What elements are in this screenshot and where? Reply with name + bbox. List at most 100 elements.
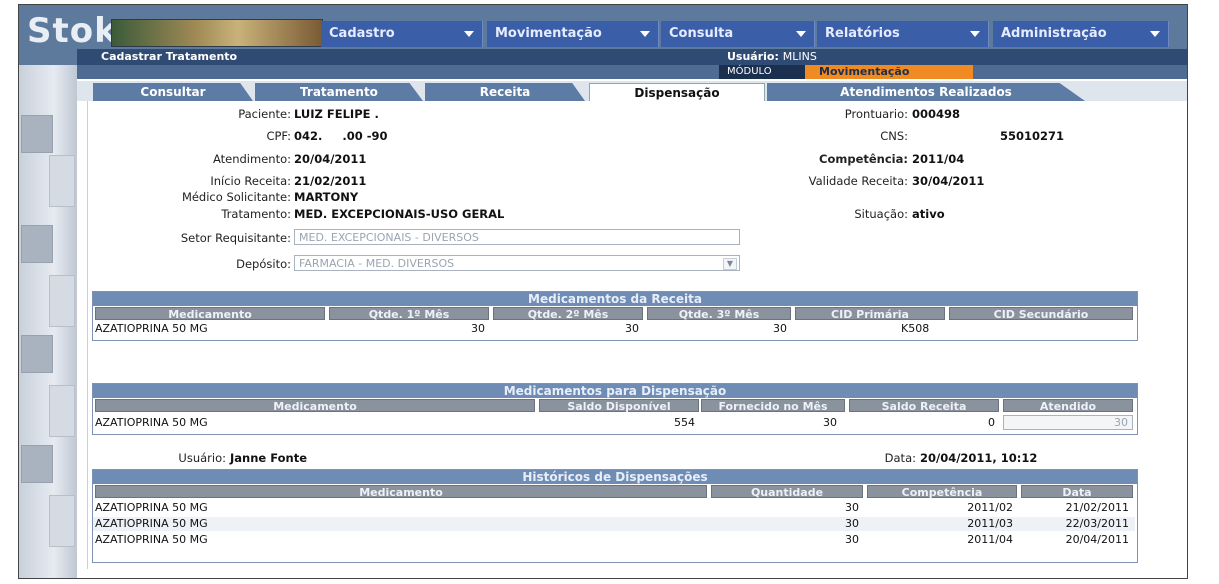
medico-value: MARTONY (294, 190, 359, 204)
col-saldo-receita: Saldo Receita (849, 399, 999, 413)
validade-label: Validade Receita: (808, 174, 908, 188)
dropdown-arrow-icon (1150, 31, 1160, 37)
historico-table: Históricos de Dispensações Medicamento Q… (92, 469, 1138, 563)
prontuario-label: Prontuario: (844, 107, 908, 121)
usuario-label: Usuário: (178, 451, 226, 465)
deposito-label: Depósito: (236, 257, 291, 271)
historico-table-title: Históricos de Dispensações (93, 470, 1137, 484)
situacao-label: Situação: (854, 207, 908, 221)
validade-value: 30/04/2011 (912, 174, 985, 188)
table-row-data: 21/02/2011 (1065, 501, 1129, 514)
usuario-value: Janne Fonte (230, 451, 307, 465)
paciente-value: LUIZ FELIPE . (294, 107, 379, 121)
competencia-label: Competência: (819, 152, 908, 166)
table-row-competencia: 2011/04 (967, 533, 1013, 546)
table-row-data: 20/04/2011 (1065, 533, 1129, 546)
atendido-input[interactable]: 30 (1003, 415, 1133, 430)
app-logo: Stok (27, 11, 118, 51)
logged-user: Usuário: MLINS (727, 50, 817, 63)
dispensacao-panel: Paciente: LUIZ FELIPE . CPF: 042. .00 -9… (87, 101, 1180, 569)
receita-cid1: K508 (901, 322, 930, 335)
cpf-label: CPF: (266, 129, 291, 143)
module-bar (77, 65, 1187, 79)
dispensacao-saldo: 554 (674, 416, 695, 429)
data-label: Data: (884, 451, 916, 465)
table-row-medicamento: AZATIOPRINA 50 MG (95, 501, 208, 514)
tab-atendimentos[interactable]: Atendimentos Realizados (767, 83, 1085, 101)
dropdown-arrow-icon (970, 31, 980, 37)
table-row-medicamento: AZATIOPRINA 50 MG (95, 533, 208, 546)
receita-table: Medicamentos da Receita Medicamento Qtde… (92, 291, 1138, 341)
col-cid1: CID Primária (795, 307, 945, 321)
dropdown-arrow-icon (464, 31, 474, 37)
tab-bar: Consultar Tratamento Receita Dispensação… (77, 81, 1187, 102)
dropdown-arrow-icon (640, 31, 650, 37)
deposito-select[interactable]: FARMACIA - MED. DIVERSOS ▼ (294, 255, 740, 271)
tratamento-value: MED. EXCEPCIONAIS-USO GERAL (294, 207, 505, 221)
table-row-competencia: 2011/02 (967, 501, 1013, 514)
menu-movimentacao[interactable]: Movimentação (487, 21, 659, 47)
dispensacao-table-title: Medicamentos para Dispensação (93, 384, 1137, 398)
competencia-value: 2011/04 (912, 152, 965, 166)
main-menu: Cadastro Movimentação Consulta Relatório… (321, 21, 1187, 49)
col-quantidade: Quantidade (711, 485, 863, 499)
cpf-value: 042. .00 -90 (294, 129, 388, 143)
module-label: MÓDULO (719, 65, 805, 79)
menu-consulta[interactable]: Consulta (661, 21, 815, 47)
table-row-medicamento: AZATIOPRINA 50 MG (95, 517, 208, 530)
menu-cadastro[interactable]: Cadastro (321, 21, 483, 47)
title-bar: Cadastrar Tratamento Usuário: MLINS (77, 49, 1187, 65)
tratamento-label: Tratamento: (221, 207, 291, 221)
col-qtde1: Qtde. 1º Mês (329, 307, 489, 321)
receita-medicamento: AZATIOPRINA 50 MG (95, 322, 208, 335)
tab-consultar[interactable]: Consultar (93, 83, 253, 101)
table-row-quantidade: 30 (845, 533, 859, 546)
col-qtde3: Qtde. 3º Mês (647, 307, 791, 321)
col-medicamento: Medicamento (95, 399, 535, 413)
col-medicamento: Medicamento (95, 307, 325, 321)
app-window: Stok Cadastro Movimentação Consulta Rela… (18, 4, 1188, 579)
medico-label: Médico Solicitante: (181, 190, 291, 204)
tab-tratamento[interactable]: Tratamento (255, 83, 423, 101)
col-fornecido: Fornecido no Mês (701, 399, 845, 413)
paciente-label: Paciente: (238, 107, 291, 121)
col-atendido: Atendido (1003, 399, 1133, 413)
dispensacao-medicamento: AZATIOPRINA 50 MG (95, 416, 208, 429)
tab-dispensacao[interactable]: Dispensação (589, 83, 765, 102)
receita-table-title: Medicamentos da Receita (93, 292, 1137, 306)
dispensacao-saldo-receita: 0 (988, 416, 995, 429)
receita-q3: 30 (773, 322, 787, 335)
col-medicamento: Medicamento (95, 485, 707, 499)
data-value: 20/04/2011, 10:12 (920, 451, 1038, 465)
atendimento-label: Atendimento: (212, 152, 291, 166)
tab-receita[interactable]: Receita (425, 83, 585, 101)
col-saldo: Saldo Disponível (539, 399, 699, 413)
dropdown-arrow-icon (796, 31, 806, 37)
col-cid2: CID Secundário (949, 307, 1133, 321)
cns-label: CNS: (880, 129, 908, 143)
dispensacao-fornecido: 30 (823, 416, 837, 429)
atendimento-value: 20/04/2011 (294, 152, 367, 166)
menu-relatorios[interactable]: Relatórios (817, 21, 989, 47)
receita-q2: 30 (625, 322, 639, 335)
table-row-quantidade: 30 (845, 501, 859, 514)
dispensacao-table: Medicamentos para Dispensação Medicament… (92, 383, 1138, 435)
col-qtde2: Qtde. 2º Mês (493, 307, 643, 321)
setor-label: Setor Requisitante: (180, 231, 291, 245)
table-row-data: 22/03/2011 (1065, 517, 1129, 530)
receita-q1: 30 (471, 322, 485, 335)
col-data: Data (1021, 485, 1133, 499)
col-competencia: Competência (867, 485, 1017, 499)
logo-banner-image (111, 19, 323, 47)
page-title: Cadastrar Tratamento (101, 50, 238, 63)
inicio-receita-label: Início Receita: (210, 174, 291, 188)
prontuario-value: 000498 (912, 107, 961, 121)
situacao-value: ativo (912, 207, 945, 221)
menu-administracao[interactable]: Administração (993, 21, 1169, 47)
setor-field[interactable]: MED. EXCEPCIONAIS - DIVERSOS (294, 229, 740, 245)
module-name: Movimentação (805, 65, 973, 79)
cns-value: 55010271 (1000, 129, 1065, 143)
dropdown-arrow-icon: ▼ (723, 258, 737, 270)
inicio-receita-value: 21/02/2011 (294, 174, 367, 188)
table-row-competencia: 2011/03 (967, 517, 1013, 530)
